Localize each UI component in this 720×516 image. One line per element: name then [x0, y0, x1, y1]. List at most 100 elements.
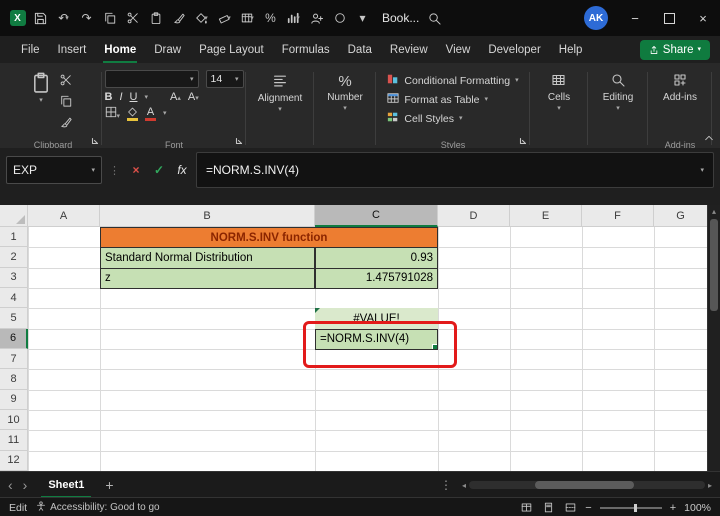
- enter-formula-button[interactable]: ✓: [150, 163, 168, 177]
- row-header-11[interactable]: 11: [0, 430, 28, 451]
- row-header-1[interactable]: 1: [0, 227, 28, 248]
- tab-insert[interactable]: Insert: [49, 36, 96, 63]
- cell-C2[interactable]: 0.93: [315, 247, 438, 269]
- number-button[interactable]: % Number ▾: [327, 68, 363, 112]
- row-header-12[interactable]: 12: [0, 450, 28, 471]
- cell-C3[interactable]: 1.475791028: [315, 267, 438, 289]
- cell-B2[interactable]: Standard Normal Distribution: [100, 247, 315, 269]
- tab-file[interactable]: File: [12, 36, 49, 63]
- format-painter-button[interactable]: [57, 114, 75, 130]
- fill-color-button[interactable]: [127, 107, 139, 121]
- tab-page-layout[interactable]: Page Layout: [190, 36, 273, 63]
- scroll-left-icon[interactable]: ◂: [462, 481, 466, 490]
- font-color-caret-icon[interactable]: ▾: [163, 110, 167, 117]
- row-header-3[interactable]: 3: [0, 267, 28, 288]
- person-add-icon[interactable]: [305, 6, 328, 30]
- tab-data[interactable]: Data: [339, 36, 381, 63]
- scroll-right-icon[interactable]: ▸: [708, 481, 712, 490]
- vertical-scrollbar[interactable]: ▴: [707, 205, 720, 471]
- increase-font-button[interactable]: A▴: [170, 91, 181, 103]
- copy-button[interactable]: [57, 93, 75, 109]
- tab-review[interactable]: Review: [381, 36, 437, 63]
- account-avatar[interactable]: AK: [584, 6, 608, 30]
- paint-bucket-icon[interactable]: ▾: [190, 6, 213, 30]
- underline-caret-icon[interactable]: ▾: [144, 94, 148, 101]
- alignment-button[interactable]: Alignment ▾: [258, 68, 302, 113]
- formula-bar-handle[interactable]: ⋮: [107, 164, 122, 177]
- row-header-7[interactable]: 7: [0, 348, 28, 370]
- cell-styles-button[interactable]: Cell Styles ▾: [387, 111, 463, 126]
- font-name-combo[interactable]: ▾: [104, 70, 199, 88]
- cut-button[interactable]: [57, 72, 75, 88]
- undo-icon[interactable]: ↶ ▾: [52, 6, 75, 30]
- eraser-icon[interactable]: ▾: [213, 6, 236, 30]
- previous-sheet-icon[interactable]: ‹: [8, 478, 13, 492]
- more-options-caret-icon[interactable]: ▾: [351, 6, 374, 30]
- excel-logo-icon[interactable]: X: [6, 6, 29, 30]
- column-header-B[interactable]: B: [100, 205, 315, 227]
- add-sheet-button[interactable]: +: [105, 477, 113, 493]
- column-header-F[interactable]: F: [582, 205, 654, 227]
- cells-button[interactable]: Cells ▾: [548, 68, 570, 112]
- bold-button[interactable]: B: [105, 91, 113, 103]
- underline-button[interactable]: U: [130, 91, 138, 103]
- scroll-up-icon[interactable]: ▴: [708, 205, 720, 216]
- zoom-slider-thumb[interactable]: [633, 503, 637, 512]
- zoom-level[interactable]: 100%: [684, 502, 711, 514]
- borders-button[interactable]: ▾: [105, 106, 120, 121]
- tab-developer[interactable]: Developer: [479, 36, 549, 63]
- cell-B1[interactable]: NORM.S.INV function: [100, 227, 438, 249]
- expand-formula-bar-icon[interactable]: ▾: [700, 167, 704, 174]
- table-icon[interactable]: ▾: [236, 6, 259, 30]
- format-painter-icon[interactable]: [167, 6, 190, 30]
- decrease-font-button[interactable]: A▾: [188, 91, 199, 103]
- addins-button[interactable]: Add-ins: [663, 68, 697, 103]
- page-break-view-icon[interactable]: [563, 502, 577, 513]
- column-header-G[interactable]: G: [654, 205, 708, 227]
- column-header-D[interactable]: D: [438, 205, 510, 227]
- redo-icon[interactable]: ↷: [75, 6, 98, 30]
- row-header-6[interactable]: 6: [0, 328, 28, 349]
- font-size-combo[interactable]: 14 ▾: [205, 70, 244, 88]
- column-header-A[interactable]: A: [28, 205, 100, 227]
- tab-view[interactable]: View: [437, 36, 480, 63]
- horizontal-scrollbar[interactable]: ◂ ▸: [462, 480, 712, 490]
- formula-input[interactable]: =NORM.S.INV(4) ▾: [196, 152, 714, 188]
- paste-icon[interactable]: [144, 6, 167, 30]
- tab-home[interactable]: Home: [95, 36, 145, 63]
- horizontal-scrollbar-thumb[interactable]: [535, 481, 635, 489]
- cell-B3[interactable]: z: [100, 267, 315, 289]
- italic-button[interactable]: I: [119, 91, 122, 103]
- share-button[interactable]: Share ▾: [639, 39, 710, 60]
- percent-icon[interactable]: %: [259, 6, 282, 30]
- format-as-table-button[interactable]: Format as Table ▾: [387, 92, 488, 107]
- collapse-ribbon-button[interactable]: [704, 129, 714, 147]
- name-box[interactable]: EXP ▾: [6, 156, 102, 184]
- page-layout-view-icon[interactable]: [541, 502, 555, 513]
- search-icon[interactable]: [423, 6, 446, 30]
- sheet-tab-sheet1[interactable]: Sheet1: [37, 472, 95, 498]
- horizontal-scrollbar-track[interactable]: [469, 481, 705, 489]
- tab-formulas[interactable]: Formulas: [273, 36, 339, 63]
- cut-icon[interactable]: [121, 6, 144, 30]
- normal-view-icon[interactable]: [519, 502, 533, 513]
- row-header-10[interactable]: 10: [0, 409, 28, 431]
- chart-icon[interactable]: ▾: [282, 6, 305, 30]
- tab-draw[interactable]: Draw: [145, 36, 190, 63]
- column-header-E[interactable]: E: [510, 205, 582, 227]
- maximize-button[interactable]: [652, 0, 686, 36]
- record-icon[interactable]: [328, 6, 351, 30]
- row-header-9[interactable]: 9: [0, 389, 28, 410]
- zoom-in-button[interactable]: +: [670, 502, 676, 514]
- close-button[interactable]: ×: [686, 0, 720, 36]
- cancel-formula-button[interactable]: ×: [127, 163, 145, 177]
- zoom-out-button[interactable]: −: [585, 502, 591, 514]
- copy-icon[interactable]: [98, 6, 121, 30]
- tab-help[interactable]: Help: [550, 36, 592, 63]
- font-color-button[interactable]: A: [145, 106, 157, 121]
- insert-function-button[interactable]: fx: [173, 163, 191, 177]
- save-icon[interactable]: [29, 6, 52, 30]
- select-all-corner[interactable]: [0, 205, 28, 227]
- minimize-button[interactable]: −: [618, 0, 652, 36]
- zoom-slider[interactable]: [599, 503, 662, 512]
